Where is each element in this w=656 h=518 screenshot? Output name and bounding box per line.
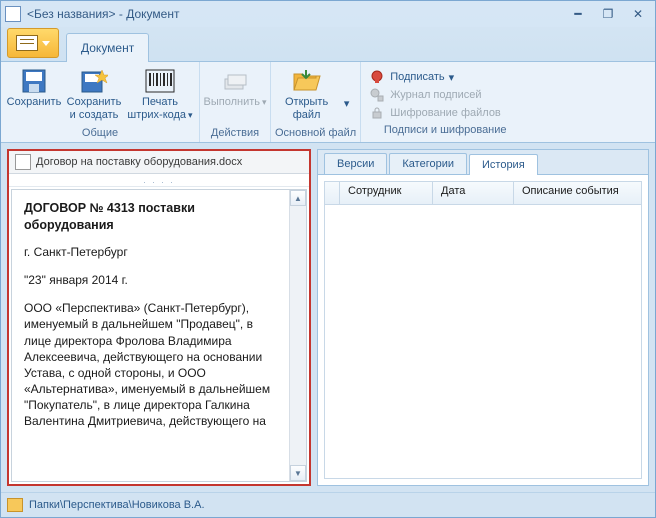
folder-open-icon bbox=[292, 67, 322, 95]
menubar: Документ bbox=[1, 27, 655, 62]
group-label-actions: Действия bbox=[204, 125, 266, 142]
print-barcode-button[interactable]: Печать штрих-кода▾ bbox=[125, 64, 195, 125]
app-icon bbox=[5, 6, 21, 22]
titlebar: <Без названия> - Документ ━ ❐ ✕ bbox=[1, 1, 655, 27]
chevron-down-icon: ▾ bbox=[449, 71, 455, 84]
window-title: <Без названия> - Документ bbox=[27, 7, 561, 21]
save-button[interactable]: Сохранить bbox=[5, 64, 63, 125]
ribbon: Сохранить Сохранить и создать Печать штр… bbox=[1, 62, 655, 143]
status-bar: Папки\Перспектива\Новикова В.А. bbox=[1, 492, 655, 517]
breadcrumb[interactable]: Папки\Перспектива\Новикова В.А. bbox=[29, 499, 205, 511]
doc-date: "23" января 2014 г. bbox=[24, 272, 277, 288]
sign-button[interactable]: Подписать ▾ bbox=[369, 68, 519, 86]
document-preview-pane: Договор на поставку оборудования.docx . … bbox=[7, 149, 311, 486]
doc-city: г. Санкт-Петербург bbox=[24, 244, 277, 260]
chevron-down-icon: ▾ bbox=[188, 110, 193, 120]
seal-icon bbox=[369, 69, 385, 85]
floppy-icon bbox=[19, 67, 49, 95]
group-label-mainfile: Основной файл bbox=[275, 125, 356, 142]
chevron-down-icon: ▾ bbox=[332, 67, 362, 111]
floppy-star-icon bbox=[79, 67, 109, 95]
maximize-button[interactable]: ❐ bbox=[595, 7, 621, 21]
tab-versions[interactable]: Версии bbox=[324, 153, 387, 174]
file-tab[interactable]: Договор на поставку оборудования.docx bbox=[9, 151, 309, 174]
encrypt-files-button: Шифрование файлов bbox=[369, 104, 519, 122]
chevron-down-icon bbox=[42, 41, 50, 46]
stack-icon bbox=[220, 67, 250, 95]
grid-header: Сотрудник Дата Описание события bbox=[324, 181, 642, 205]
folder-icon bbox=[7, 498, 23, 512]
app-menu-button[interactable] bbox=[7, 28, 59, 58]
minimize-button[interactable]: ━ bbox=[565, 7, 591, 21]
execute-button: Выполнить▾ bbox=[204, 64, 266, 125]
doc-body: ООО «Перспектива» (Санкт-Петербург), име… bbox=[24, 300, 277, 430]
scroll-track[interactable] bbox=[290, 206, 306, 465]
col-event[interactable]: Описание события bbox=[514, 182, 641, 204]
barcode-icon bbox=[145, 67, 175, 95]
group-label-general: Общие bbox=[5, 125, 195, 142]
menu-icon bbox=[16, 35, 38, 51]
seal-log-icon bbox=[369, 87, 385, 103]
mainfile-dropdown[interactable]: ▾ bbox=[338, 64, 356, 125]
scroll-down-icon[interactable]: ▼ bbox=[290, 465, 306, 481]
details-pane: Версии Категории История Сотрудник Дата … bbox=[317, 149, 649, 486]
docx-icon bbox=[15, 154, 31, 170]
open-file-button[interactable]: Открыть файл bbox=[276, 64, 338, 125]
tab-document[interactable]: Документ bbox=[66, 33, 149, 62]
tab-history[interactable]: История bbox=[469, 154, 538, 175]
document-content: ДОГОВОР № 4313 поставки оборудования г. … bbox=[12, 190, 289, 481]
tab-categories[interactable]: Категории bbox=[389, 153, 467, 174]
col-employee[interactable]: Сотрудник bbox=[340, 182, 433, 204]
scroll-up-icon[interactable]: ▲ bbox=[290, 190, 306, 206]
group-label-signatures: Подписи и шифрование bbox=[365, 122, 525, 139]
signature-log-button: Журнал подписей bbox=[369, 86, 519, 104]
save-and-create-button[interactable]: Сохранить и создать bbox=[63, 64, 125, 125]
drag-handle[interactable]: . . . . bbox=[9, 174, 309, 187]
doc-heading: ДОГОВОР № 4313 поставки оборудования bbox=[24, 200, 277, 234]
scrollbar[interactable]: ▲ ▼ bbox=[289, 190, 306, 481]
lock-icon bbox=[369, 105, 385, 121]
col-date[interactable]: Дата bbox=[433, 182, 514, 204]
row-indicator-header bbox=[325, 182, 340, 204]
close-button[interactable]: ✕ bbox=[625, 7, 651, 21]
grid-body bbox=[324, 205, 642, 479]
